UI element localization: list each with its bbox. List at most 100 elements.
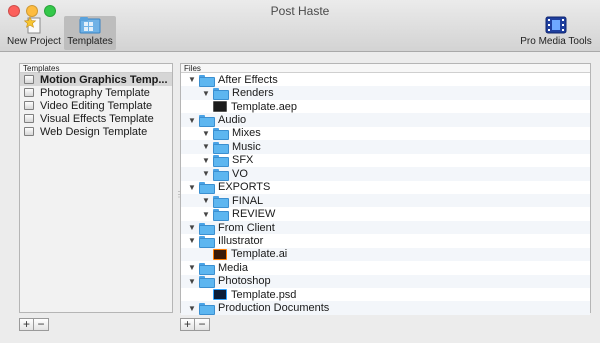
ai-file-icon bbox=[213, 248, 227, 260]
file-tree-label: Template.ai bbox=[231, 248, 288, 261]
templates-button[interactable]: Templates bbox=[64, 16, 116, 50]
file-tree-label: Template.aep bbox=[231, 100, 298, 113]
file-tree-row[interactable]: ▼ Mixes bbox=[181, 127, 590, 141]
star-document-icon bbox=[24, 16, 41, 34]
folder-icon bbox=[199, 235, 215, 248]
disclosure-triangle-icon[interactable]: ▼ bbox=[187, 304, 197, 313]
disclosure-triangle-icon[interactable]: ▼ bbox=[201, 89, 211, 98]
file-tree-row[interactable]: ▼ Production Documents bbox=[181, 301, 590, 316]
file-tree-label: Production Documents bbox=[218, 302, 330, 315]
psd-file-icon bbox=[213, 289, 227, 301]
template-label: Photography Template bbox=[40, 86, 150, 99]
file-tree-label: EXPORTS bbox=[218, 181, 271, 194]
file-tree-row[interactable]: ▼ Renders bbox=[181, 86, 590, 101]
folder-icon bbox=[199, 222, 215, 235]
file-tree-label: Template.psd bbox=[231, 288, 297, 301]
aep-file-icon bbox=[213, 101, 227, 113]
file-tree-row[interactable]: ▼ After Effects bbox=[181, 73, 590, 87]
file-tree-row[interactable]: ▼ Illustrator bbox=[181, 234, 590, 248]
file-tree-label: Renders bbox=[232, 87, 274, 100]
file-tree-row[interactable]: ▼ Music bbox=[181, 140, 590, 154]
file-tree-row[interactable]: ▼ SFX bbox=[181, 154, 590, 168]
disclosure-triangle-icon[interactable]: ▼ bbox=[187, 277, 197, 286]
template-label: Motion Graphics Temp... bbox=[40, 73, 168, 86]
template-icon bbox=[24, 75, 34, 84]
templates-panel: Templates Motion Graphics Temp... Photogr… bbox=[19, 63, 173, 313]
template-icon bbox=[24, 114, 34, 123]
folder-icon bbox=[213, 128, 229, 141]
template-item[interactable]: Photography Template bbox=[20, 86, 172, 99]
file-tree-label: Audio bbox=[218, 114, 247, 127]
remove-file-button[interactable]: − bbox=[195, 318, 210, 331]
folder-icon bbox=[213, 168, 229, 181]
folder-icon bbox=[199, 182, 215, 195]
file-tree-row[interactable]: ▼ FINAL bbox=[181, 193, 590, 208]
folder-icon bbox=[213, 88, 229, 101]
disclosure-triangle-icon[interactable]: ▼ bbox=[187, 223, 197, 232]
folder-icon bbox=[213, 141, 229, 154]
file-tree-row[interactable]: ▼ EXPORTS bbox=[181, 181, 590, 195]
disclosure-triangle-icon[interactable]: ▼ bbox=[201, 210, 211, 219]
disclosure-triangle-icon[interactable]: ▼ bbox=[187, 116, 197, 125]
folder-icon bbox=[213, 155, 229, 168]
disclosure-triangle-icon[interactable]: ▼ bbox=[201, 129, 211, 138]
folder-icon bbox=[213, 209, 229, 222]
file-tree-label: Illustrator bbox=[218, 234, 264, 247]
folder-icon bbox=[199, 115, 215, 128]
title-bar: Post Haste New Project Templates Pro Med… bbox=[0, 0, 600, 52]
file-tree-row[interactable]: ▼ Media bbox=[181, 261, 590, 275]
files-panel: Files ▼ After Effects ▼ Renders Template.aep… bbox=[180, 63, 591, 316]
file-tree-label: VO bbox=[232, 167, 248, 180]
template-item[interactable]: Visual Effects Template bbox=[20, 112, 172, 125]
remove-template-button[interactable]: − bbox=[34, 318, 49, 331]
disclosure-triangle-icon[interactable]: ▼ bbox=[201, 196, 211, 205]
pro-media-tools-button[interactable]: Pro Media Tools bbox=[518, 16, 594, 50]
templates-label: Templates bbox=[67, 36, 113, 47]
template-icon bbox=[24, 127, 34, 136]
template-item[interactable]: Web Design Template bbox=[20, 125, 172, 138]
files-tree: ▼ After Effects ▼ Renders Template.aep ▼ Audio… bbox=[181, 73, 590, 316]
file-tree-row[interactable]: ▼ VO bbox=[181, 167, 590, 181]
file-tree-label: REVIEW bbox=[232, 208, 276, 221]
template-item[interactable]: Motion Graphics Temp... bbox=[20, 73, 172, 86]
templates-folder-icon bbox=[79, 17, 101, 34]
new-project-button[interactable]: New Project bbox=[6, 16, 62, 50]
folder-icon bbox=[213, 195, 229, 208]
film-strip-icon bbox=[545, 16, 567, 34]
add-file-button[interactable]: + bbox=[180, 318, 195, 331]
templates-panel-header: Templates bbox=[20, 64, 172, 73]
disclosure-triangle-icon[interactable]: ▼ bbox=[187, 183, 197, 192]
file-tree-row[interactable]: Template.ai bbox=[181, 247, 590, 262]
file-tree-label: SFX bbox=[232, 154, 254, 167]
disclosure-triangle-icon[interactable]: ▼ bbox=[187, 236, 197, 245]
file-tree-row[interactable]: ▼ From Client bbox=[181, 220, 590, 235]
add-template-button[interactable]: + bbox=[19, 318, 34, 331]
files-panel-header: Files bbox=[181, 64, 590, 73]
template-label: Visual Effects Template bbox=[40, 112, 154, 125]
disclosure-triangle-icon[interactable]: ▼ bbox=[201, 169, 211, 178]
file-tree-row[interactable]: ▼ REVIEW bbox=[181, 207, 590, 222]
file-tree-label: Music bbox=[232, 140, 261, 153]
templates-list: Motion Graphics Temp... Photography Templ… bbox=[20, 73, 172, 138]
file-tree-label: Media bbox=[218, 261, 248, 274]
file-tree-label: Mixes bbox=[232, 127, 261, 140]
file-tree-row[interactable]: ▼ Audio bbox=[181, 113, 590, 128]
file-tree-label: From Client bbox=[218, 221, 275, 234]
template-item[interactable]: Video Editing Template bbox=[20, 99, 172, 112]
file-tree-row[interactable]: Template.psd bbox=[181, 288, 590, 301]
templates-buttons: + − bbox=[19, 318, 49, 331]
file-tree-row[interactable]: ▼ Photoshop bbox=[181, 274, 590, 289]
template-icon bbox=[24, 88, 34, 97]
template-label: Web Design Template bbox=[40, 125, 148, 138]
disclosure-triangle-icon[interactable]: ▼ bbox=[201, 156, 211, 165]
panel-splitter[interactable]: ⋮ bbox=[175, 190, 183, 199]
disclosure-triangle-icon[interactable]: ▼ bbox=[187, 75, 197, 84]
pro-media-tools-label: Pro Media Tools bbox=[520, 36, 592, 47]
disclosure-triangle-icon[interactable]: ▼ bbox=[187, 263, 197, 272]
folder-icon bbox=[199, 276, 215, 289]
folder-icon bbox=[199, 303, 215, 316]
file-tree-label: Photoshop bbox=[218, 275, 271, 288]
files-buttons: + − bbox=[180, 318, 210, 331]
file-tree-row[interactable]: Template.aep bbox=[181, 100, 590, 113]
disclosure-triangle-icon[interactable]: ▼ bbox=[201, 142, 211, 151]
